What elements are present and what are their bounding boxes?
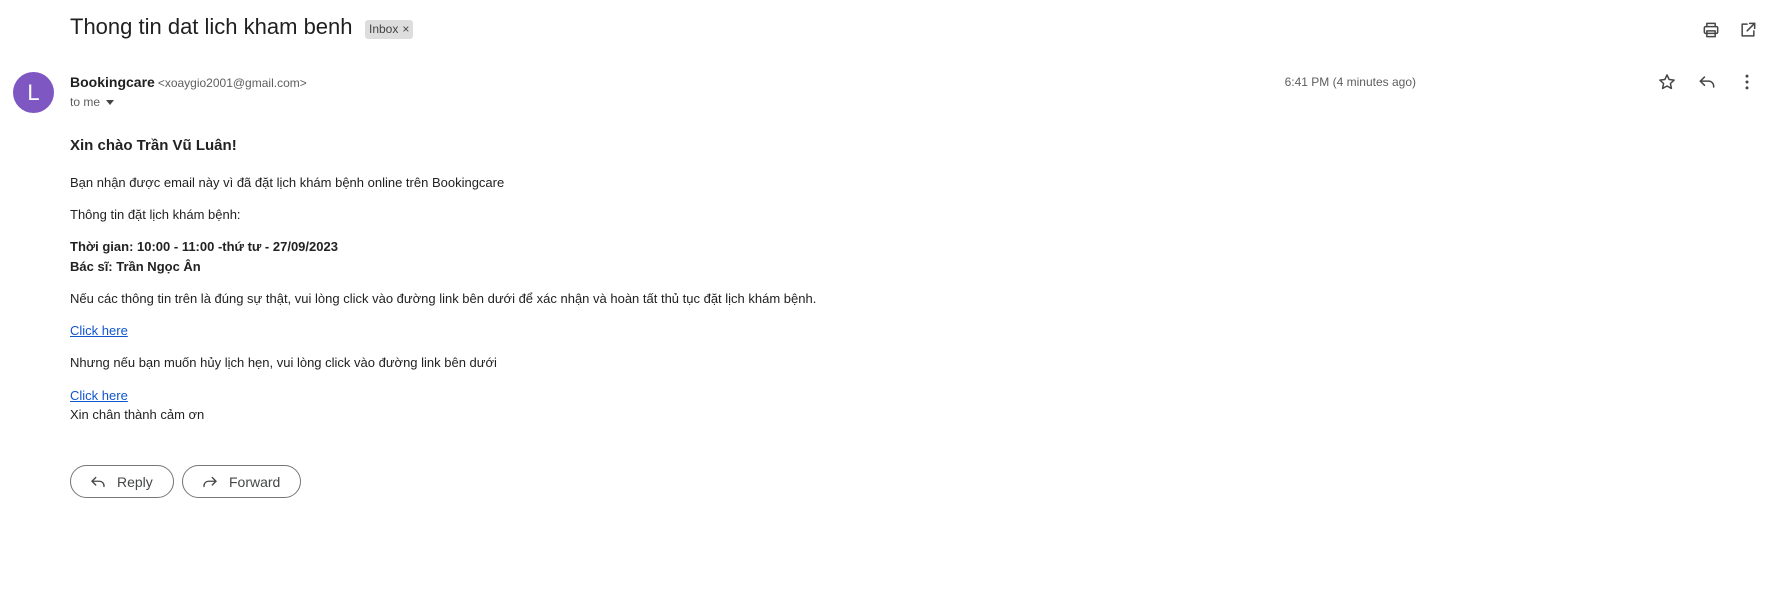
closing-text: Xin chân thành cảm ơn [70,407,205,422]
booking-time: Thời gian: 10:00 - 11:00 -thứ tư - 27/09… [70,239,338,254]
email-subject: Thong tin dat lich kham benh [70,14,353,39]
sender-avatar[interactable]: L [13,72,54,113]
cancel-link[interactable]: Click here [70,388,128,403]
email-greeting: Xin chào Trần Vũ Luân! [70,137,237,154]
forward-button[interactable]: Forward [182,465,302,498]
booking-doctor: Bác sĩ: Trần Ngọc Ân [70,259,201,274]
star-icon [1659,74,1675,90]
cancel-instructions: Nhưng nếu bạn muốn hủy lịch hẹn, vui lòn… [70,355,497,370]
inbox-label-chip[interactable]: Inbox × [365,20,414,39]
sender-email: <xoaygio2001@gmail.com> [157,76,307,90]
sender-line: Bookingcare <xoaygio2001@gmail.com> [70,74,307,92]
more-options-button[interactable] [1733,68,1761,96]
reply-icon-button[interactable] [1693,68,1721,96]
reply-button-label: Reply [117,473,153,490]
reply-icon [1699,76,1715,88]
recipient-details-toggle[interactable]: to me [70,95,115,109]
recipient-text: to me [70,95,101,109]
confirm-link[interactable]: Click here [70,323,128,338]
print-icon [1703,22,1719,38]
open-in-new-window-button[interactable] [1734,16,1762,44]
reply-button[interactable]: Reply [70,465,174,498]
booking-info-heading: Thông tin đặt lịch khám bệnh: [70,207,241,222]
inbox-label-text: Inbox [369,22,399,36]
chevron-down-icon [106,99,115,105]
reply-icon [91,476,105,487]
email-timestamp: 6:41 PM (4 minutes ago) [1284,75,1416,89]
print-button[interactable] [1697,16,1725,44]
email-intro: Bạn nhận được email này vì đã đặt lịch k… [70,175,505,190]
open-in-new-window-icon [1741,22,1756,37]
confirm-instructions: Nếu các thông tin trên là đúng sự thật, … [70,291,817,306]
star-button[interactable] [1653,68,1681,96]
remove-label-icon[interactable]: × [402,22,409,36]
sender-name[interactable]: Bookingcare [70,74,155,90]
more-vertical-icon [1745,74,1749,90]
forward-icon [203,476,217,487]
forward-button-label: Forward [229,473,281,490]
